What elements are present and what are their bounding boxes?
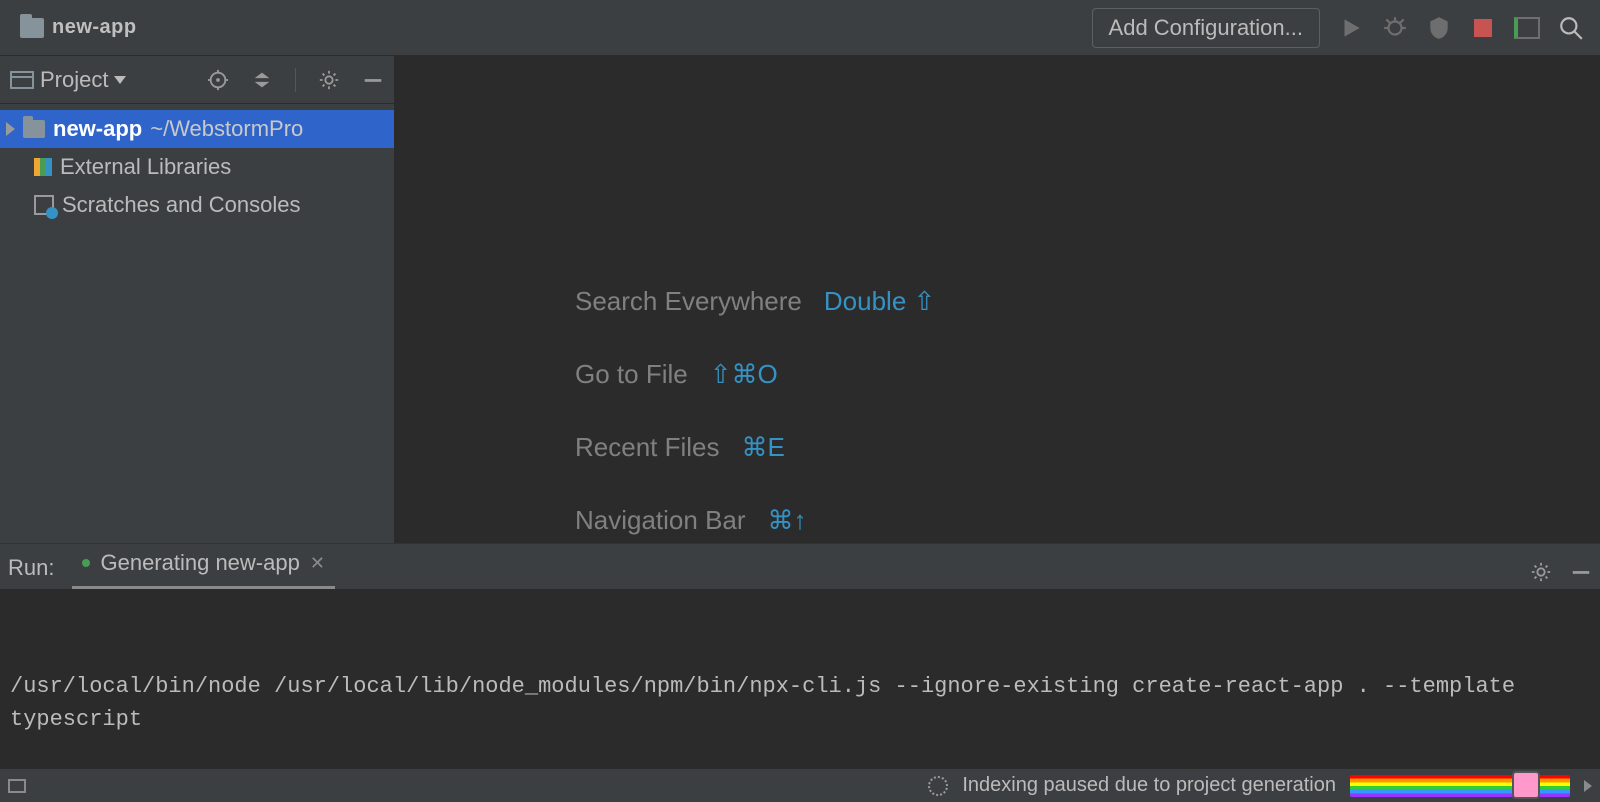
hint-label: Navigation Bar [575, 505, 746, 536]
run-tool-window: Run: Generating new-app ✕ /usr/local/bin… [0, 543, 1600, 768]
gear-icon[interactable] [318, 69, 340, 91]
tree-root-name: new-app [53, 116, 142, 142]
locate-icon[interactable] [207, 69, 229, 91]
editor-empty-state: Search Everywhere Double ⇧ Go to File ⇧⌘… [395, 56, 1600, 543]
expand-arrow-icon[interactable] [6, 122, 15, 136]
collapse-all-icon[interactable] [251, 69, 273, 91]
status-bar: Indexing paused due to project generatio… [0, 768, 1600, 802]
project-tool-window: Project [0, 56, 395, 543]
add-configuration-button[interactable]: Add Configuration... [1092, 8, 1320, 48]
project-view-selector[interactable]: Project [10, 67, 126, 93]
divider [295, 68, 296, 92]
run-tab[interactable]: Generating new-app ✕ [72, 542, 334, 589]
run-configurations-icon[interactable] [1514, 15, 1540, 41]
gear-icon[interactable] [1530, 561, 1552, 583]
hint-label: Search Everywhere [575, 286, 802, 317]
hide-icon[interactable] [362, 69, 384, 91]
folder-icon [20, 18, 44, 38]
folder-icon [23, 120, 45, 138]
close-icon[interactable]: ✕ [310, 553, 325, 574]
hint-recent-files: Recent Files ⌘E [575, 432, 935, 463]
external-libraries-label: External Libraries [60, 154, 231, 180]
nyan-cat-icon [1512, 771, 1540, 799]
hint-label: Recent Files [575, 432, 720, 463]
hint-navigation-bar: Navigation Bar ⌘↑ [575, 505, 935, 536]
debug-icon[interactable] [1382, 15, 1408, 41]
hint-shortcut: ⌘↑ [768, 505, 807, 536]
tree-external-libraries[interactable]: External Libraries [0, 148, 394, 186]
breadcrumb[interactable]: new-app [10, 16, 137, 39]
loading-spinner-icon [928, 776, 948, 796]
project-tool-header: Project [0, 56, 394, 104]
scratches-label: Scratches and Consoles [62, 192, 300, 218]
hint-search-everywhere: Search Everywhere Double ⇧ [575, 286, 935, 317]
coverage-icon[interactable] [1426, 15, 1452, 41]
tree-scratches[interactable]: Scratches and Consoles [0, 186, 394, 224]
chevron-right-icon[interactable] [1584, 780, 1592, 792]
tool-windows-toggle-icon[interactable] [8, 779, 26, 793]
project-view-icon [10, 71, 34, 89]
hint-shortcut: ⇧⌘O [710, 359, 778, 390]
project-tree[interactable]: new-app ~/WebstormPro External Libraries… [0, 104, 394, 224]
hint-label: Go to File [575, 359, 688, 390]
project-name: new-app [52, 16, 137, 39]
hint-go-to-file: Go to File ⇧⌘O [575, 359, 935, 390]
status-message: Indexing paused due to project generatio… [962, 774, 1336, 797]
run-panel-label: Run: [8, 555, 54, 589]
tree-root-node[interactable]: new-app ~/WebstormPro [0, 110, 394, 148]
tree-root-path: ~/WebstormPro [150, 116, 303, 142]
scratches-icon [34, 195, 54, 215]
hint-shortcut: ⌘E [742, 432, 785, 463]
running-indicator-icon [82, 559, 90, 567]
run-icon[interactable] [1338, 15, 1364, 41]
progress-bar[interactable] [1350, 775, 1570, 797]
hint-shortcut: Double ⇧ [824, 286, 935, 317]
project-view-label: Project [40, 67, 108, 93]
top-toolbar: new-app Add Configuration... [0, 0, 1600, 56]
stop-icon[interactable] [1470, 15, 1496, 41]
toolbar-right: Add Configuration... [1092, 8, 1590, 48]
run-tab-label: Generating new-app [100, 550, 299, 576]
console-line: /usr/local/bin/node /usr/local/lib/node_… [10, 670, 1590, 736]
chevron-down-icon [114, 76, 126, 84]
search-icon[interactable] [1558, 15, 1584, 41]
libraries-icon [34, 158, 52, 176]
hide-icon[interactable] [1570, 561, 1592, 583]
